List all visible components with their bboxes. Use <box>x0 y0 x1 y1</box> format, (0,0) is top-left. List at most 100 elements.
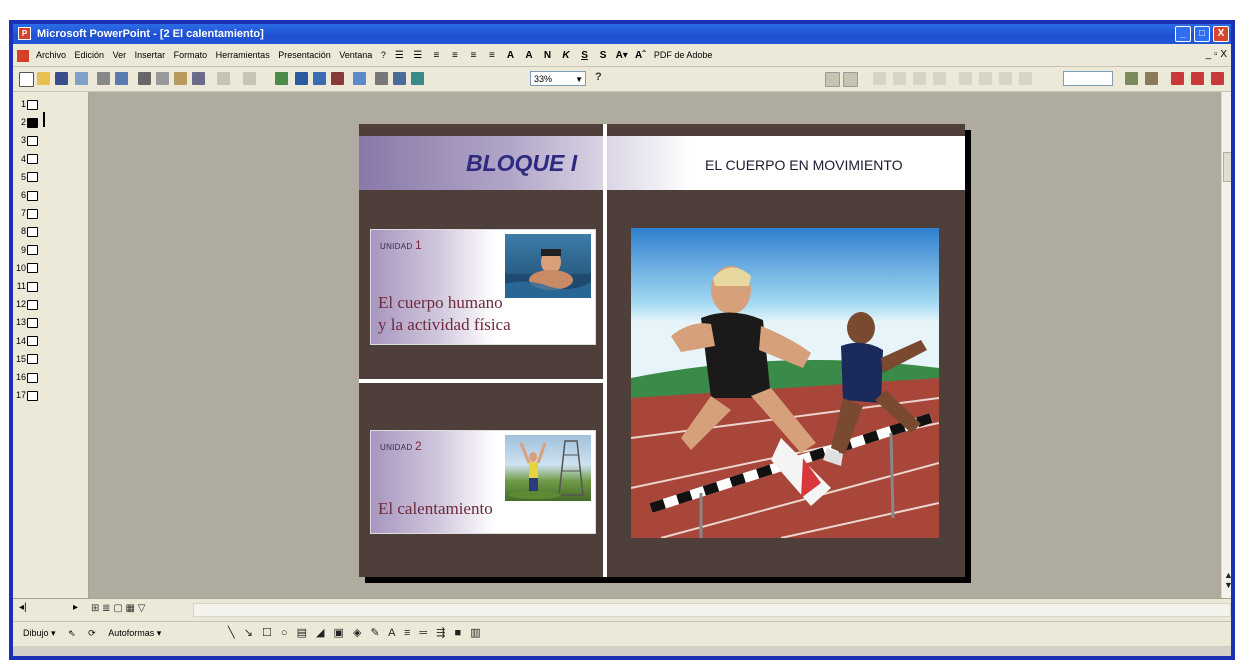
review-icon-6[interactable] <box>979 72 992 85</box>
review-icon-8[interactable] <box>1019 72 1032 85</box>
increase-font-button[interactable]: A <box>502 45 518 67</box>
slide-navigation-arrows[interactable]: ▲ ▼ <box>1224 570 1231 590</box>
table-icon[interactable] <box>295 72 308 85</box>
undo-icon[interactable] <box>217 72 230 85</box>
grayscale-icon[interactable] <box>411 72 424 85</box>
menu-presentacion[interactable]: Presentación <box>275 44 334 66</box>
format-painter-icon[interactable] <box>192 72 205 85</box>
open-icon[interactable] <box>37 72 50 85</box>
slide-thumbnail-16[interactable]: 16 <box>16 369 66 386</box>
align-right-icon[interactable]: ≡ <box>465 45 481 67</box>
block-subtitle[interactable]: EL CUERPO EN MOVIMIENTO <box>705 157 903 173</box>
slide[interactable]: BLOQUE I EL CUERPO EN MOVIMIENTO UNIDAD … <box>359 124 965 577</box>
slide-thumbnail-6[interactable]: 6 <box>16 187 66 204</box>
menu-herramientas[interactable]: Herramientas <box>213 44 273 66</box>
help-icon[interactable]: ? <box>595 71 602 83</box>
menu-ventana[interactable]: Ventana <box>336 44 375 66</box>
research-icon[interactable] <box>1125 72 1138 85</box>
slide-icon[interactable] <box>27 299 38 310</box>
autoformas-menu[interactable]: Autoformas ▾ <box>108 622 161 644</box>
menu-insertar[interactable]: Insertar <box>132 44 169 66</box>
menu-help[interactable]: ? <box>378 44 389 66</box>
dibujo-menu[interactable]: Dibujo ▾ <box>23 622 56 644</box>
copy-icon[interactable] <box>156 72 169 85</box>
grow-font-icon[interactable]: Aˆ <box>632 45 648 67</box>
slide-thumbnail-4[interactable]: 4 <box>16 151 66 168</box>
zoom-combo[interactable]: 33% ▼ <box>530 71 586 86</box>
slide-icon[interactable] <box>27 208 38 219</box>
outline-view-icon[interactable] <box>843 72 858 87</box>
slide-thumbnail-8[interactable]: 8 <box>16 223 66 240</box>
slide-icon[interactable] <box>27 245 38 256</box>
justify-icon[interactable]: ≡ <box>484 45 500 67</box>
slide-icon[interactable] <box>27 154 38 165</box>
permission-icon[interactable] <box>75 72 88 85</box>
slide-thumbnail-7[interactable]: 7 <box>16 205 66 222</box>
review-icon-7[interactable] <box>999 72 1012 85</box>
slide-thumbnail-13[interactable]: 13 <box>16 314 66 331</box>
scroll-thumb[interactable] <box>1223 152 1231 182</box>
expand-all-icon[interactable] <box>375 72 388 85</box>
chart-icon[interactable] <box>331 72 344 85</box>
unit-card-1[interactable]: UNIDAD 1 El cuerpo humano y la actividad… <box>370 229 596 345</box>
slide-editing-area[interactable]: BLOQUE I EL CUERPO EN MOVIMIENTO UNIDAD … <box>89 92 1221 598</box>
menu-ver[interactable]: Ver <box>110 44 130 66</box>
redo-icon[interactable] <box>243 72 256 85</box>
slide-thumbnail-2[interactable]: 2 <box>16 114 66 131</box>
slide-icon[interactable] <box>27 190 38 201</box>
bold-button[interactable]: N <box>540 45 556 67</box>
save-icon[interactable] <box>55 72 68 85</box>
vertical-scrollbar[interactable]: ▲ ▼ <box>1221 92 1231 598</box>
translate-icon[interactable] <box>1145 72 1158 85</box>
document-window-controls[interactable]: _ ▫ X <box>1206 44 1227 66</box>
review-icon-1[interactable] <box>873 72 886 85</box>
new-slide-icon[interactable] <box>353 72 366 85</box>
block-title[interactable]: BLOQUE I <box>466 150 577 177</box>
slide-icon[interactable] <box>27 227 38 238</box>
unit-card-2[interactable]: UNIDAD 2 El calentamiento <box>370 430 596 534</box>
review-icon-5[interactable] <box>959 72 972 85</box>
slide-thumbnail-14[interactable]: 14 <box>16 333 66 350</box>
review-icon-2[interactable] <box>893 72 906 85</box>
slide-icon[interactable] <box>27 318 38 329</box>
menu-formato[interactable]: Formato <box>171 44 211 66</box>
pdf-review-icon[interactable] <box>1211 72 1224 85</box>
drawing-tools[interactable]: ╲ ↘ ☐ ○ ▤ ◢ ▣ ◈ ✎ A ≡ ═ ⇶ ■ ▥ <box>228 622 484 644</box>
horizontal-scrollbar[interactable] <box>193 603 1231 617</box>
view-buttons[interactable]: ⊞ ≣ ▢ ▦ ▽ <box>91 603 145 614</box>
slide-icon[interactable] <box>27 281 38 292</box>
slide-thumbnail-3[interactable]: 3 <box>16 132 66 149</box>
slide-icon[interactable] <box>27 136 38 147</box>
scroll-right-icon[interactable]: ▸ <box>73 602 78 613</box>
powerpoint-app-icon[interactable]: P <box>18 27 31 40</box>
scroll-left-icon[interactable]: ◂| <box>19 602 27 613</box>
italic-button[interactable]: K <box>558 45 574 67</box>
show-formatting-icon[interactable] <box>393 72 406 85</box>
maximize-button[interactable]: □ <box>1194 26 1210 42</box>
decrease-font-button[interactable]: A <box>521 45 537 67</box>
chevron-down-icon[interactable]: ▼ <box>575 72 583 87</box>
slide-thumbnail-17[interactable]: 17 <box>16 387 66 404</box>
hyperlink-icon[interactable] <box>275 72 288 85</box>
align-left-icon[interactable]: ≡ <box>428 45 444 67</box>
pdf-email-icon[interactable] <box>1191 72 1204 85</box>
cut-icon[interactable] <box>138 72 151 85</box>
slide-thumbnail-5[interactable]: 5 <box>16 169 66 186</box>
slide-icon[interactable] <box>27 354 38 365</box>
slide-icon[interactable] <box>27 172 38 183</box>
slide-icon[interactable] <box>27 263 38 274</box>
slide-thumbnail-11[interactable]: 11 <box>16 278 66 295</box>
slide-icon[interactable] <box>27 390 38 401</box>
insert-table-icon[interactable] <box>313 72 326 85</box>
rotate-icon[interactable]: ⟳ <box>88 622 96 644</box>
align-center-icon[interactable]: ≡ <box>447 45 463 67</box>
swimmer-photo[interactable] <box>505 234 591 298</box>
hurdles-photo[interactable] <box>631 228 939 538</box>
slide-icon[interactable] <box>27 117 38 128</box>
shadow-button[interactable]: S <box>595 45 611 67</box>
review-icon-3[interactable] <box>913 72 926 85</box>
slide-thumbnail-15[interactable]: 15 <box>16 351 66 368</box>
slide-icon[interactable] <box>27 372 38 383</box>
bullet-list-icon[interactable]: ☰ <box>410 45 426 67</box>
slide-banner[interactable]: BLOQUE I EL CUERPO EN MOVIMIENTO <box>359 136 965 190</box>
